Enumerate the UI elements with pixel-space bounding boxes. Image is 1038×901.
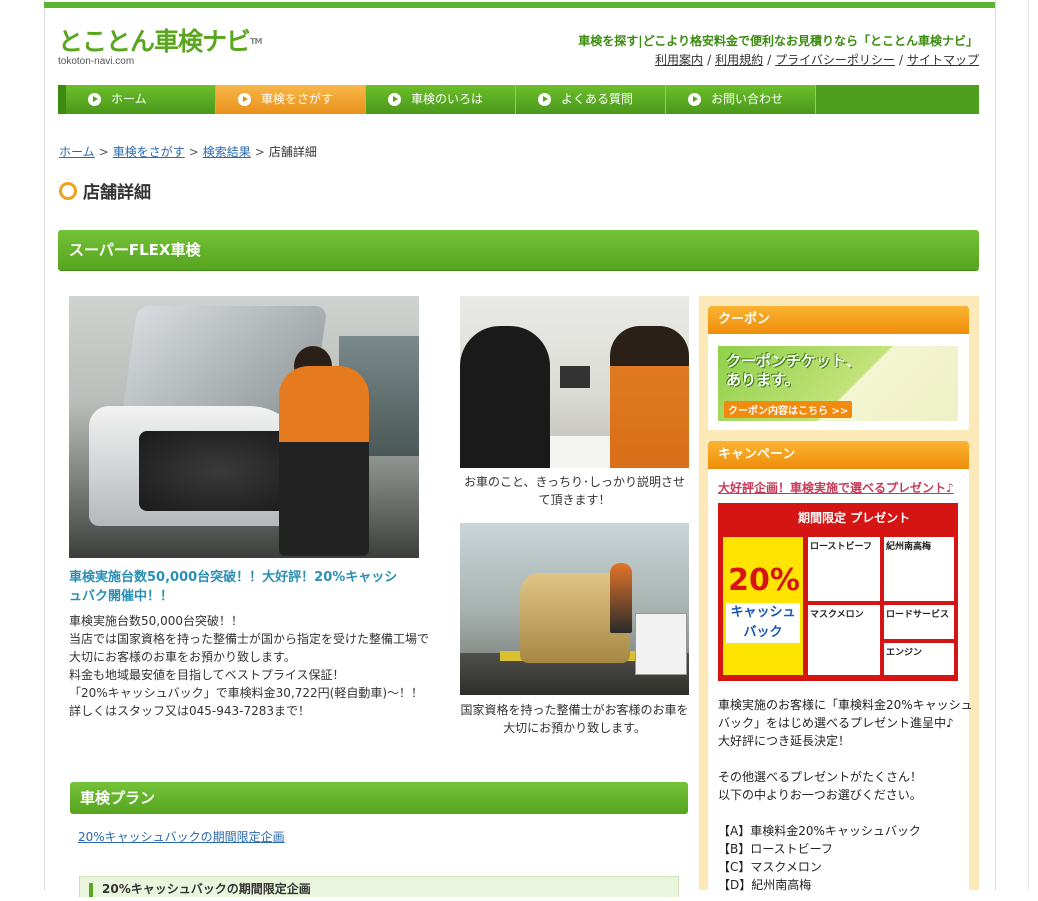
link-sitemap[interactable]: サイトマップ [907, 53, 979, 67]
link-terms[interactable]: 利用規約 [715, 53, 763, 67]
nav-label: よくある質問 [561, 92, 634, 106]
campaign-line: 以下の中よりお一つお選びください。 [718, 788, 922, 802]
campaign-link[interactable]: 大好評企画！車検実施で選べるプレゼント♪ [718, 479, 954, 496]
header-links: 利用案内 / 利用規約 / プライバシーポリシー / サイトマップ [655, 53, 979, 67]
nav-item-faq[interactable]: よくある質問 [516, 85, 666, 114]
banner-percent: 20% [728, 563, 800, 598]
campaign-header: キャンペーン [708, 441, 969, 469]
campaign-line: 【A】車検料金20%キャッシュバック [718, 824, 921, 838]
campaign-line: 【C】マスクメロン [718, 860, 822, 874]
inspection-caption: 国家資格を持った整備士がお客様のお車を大切にお預かり致します。 [460, 703, 689, 735]
plan-link[interactable]: 20%キャッシュバックの期間限定企画 [78, 828, 285, 845]
campaign-line [718, 750, 963, 768]
breadcrumb: ホーム > 車検をさがす > 検索結果 > 店舗詳細 [59, 145, 317, 159]
campaign-line: その他選べるプレゼントがたくさん！ [718, 770, 923, 784]
desc-line: 詳しくはスタッフ又は045-943-7283まで！ [69, 704, 311, 718]
campaign-body: 車検実施のお客様に「車検料金20%キャッシュ バック」をはじめ選べるプレゼント進… [718, 696, 973, 894]
garage-photo [69, 296, 419, 558]
logo-trademark: TM [250, 37, 262, 46]
nav-left-cap [58, 85, 66, 114]
window-edge [1028, 0, 1038, 890]
desc-line: 車検実施台数50,000台突破！！ [69, 614, 243, 628]
shop-name-bar: スーパーFLEX車検 [58, 230, 979, 270]
coupon-details-button[interactable]: クーポン内容はこちら >> [724, 401, 853, 418]
nav-label: ホーム [111, 92, 147, 106]
plan-sub-title: 20%キャッシュバックの期間限定企画 [102, 882, 311, 896]
shop-headline: 車検実施台数50,000台突破！！大好評！20%キャッシュバク開催中！！ [69, 570, 398, 604]
page-title-text: 店舗詳細 [83, 183, 151, 203]
breadcrumb-results[interactable]: 検索結果 [203, 145, 251, 159]
arrow-circle-icon [388, 93, 401, 106]
circle-icon [59, 182, 77, 200]
coupon-text-2: あります。 [726, 371, 800, 389]
banner-title: 期間限定 プレゼント [798, 511, 911, 525]
campaign-line: 【D】紀州南高梅 [718, 878, 812, 892]
nav-label: 車検のいろは [411, 92, 484, 106]
nav-item-search[interactable]: 車検をさがす [216, 85, 366, 114]
plan-sub-header: 20%キャッシュバックの期間限定企画 [79, 876, 679, 897]
nav-item-contact[interactable]: お問い合わせ [666, 85, 816, 114]
nav-item-home[interactable]: ホーム [66, 85, 216, 114]
sidebar: クーポン クーポンチケット、 あります。 クーポン内容はこちら >> キャンペーン… [699, 296, 979, 901]
banner-cell-plum: 紀州南高梅 [884, 537, 954, 601]
consultation-photo [460, 296, 689, 468]
inspection-lift-photo [460, 523, 689, 695]
arrow-circle-icon [88, 93, 101, 106]
banner-cell-melon: マスクメロン [808, 605, 880, 675]
nav-label: お問い合わせ [711, 92, 784, 106]
campaign-line: 車検実施のお客様に「車検料金20%キャッシュ [718, 698, 973, 712]
coupon-banner[interactable]: クーポンチケット、 あります。 クーポン内容はこちら >> [718, 346, 958, 421]
site-logo[interactable]: とことん車検ナビTM tokoton-navi.com [58, 27, 262, 68]
campaign-box: キャンペーン 大好評企画！車検実施で選べるプレゼント♪ 期間限定 プレゼント 2… [708, 441, 973, 901]
coupon-header: クーポン [708, 306, 969, 334]
nav-item-basics[interactable]: 車検のいろは [366, 85, 516, 114]
desc-line: 「20%キャッシュバック」で車検料金30,722円(軽自動車)～！！ [69, 686, 424, 700]
plan-section-bar: 車検プラン [70, 782, 688, 814]
logo-domain: tokoton-navi.com [58, 56, 135, 67]
desc-line: 料金も地域最安値を目指してベストプライス保証！ [69, 668, 345, 682]
breadcrumb-home[interactable]: ホーム [59, 145, 95, 159]
desc-line: 当店では国家資格を持った整備士が国から指定を受けた整備工場で [69, 632, 430, 646]
banner-cell-engine: エンジン [884, 643, 954, 675]
coupon-text-1: クーポンチケット、 [726, 352, 861, 370]
campaign-line [718, 804, 963, 822]
banner-cell-beef: ローストビーフ [808, 537, 880, 601]
page-title: 店舗詳細 [59, 178, 151, 203]
global-nav: ホーム 車検をさがす 車検のいろは よくある質問 お問い合わせ [58, 85, 979, 114]
coupon-box: クーポン クーポンチケット、 あります。 クーポン内容はこちら >> [708, 306, 969, 430]
arrow-circle-icon [238, 93, 251, 106]
desc-line: 大切にお客様のお車をお預かり致します。 [69, 650, 296, 664]
banner-cell-road-service: ロードサービス [884, 605, 954, 639]
top-accent-bar [44, 2, 995, 8]
link-privacy[interactable]: プライバシーポリシー [775, 53, 895, 67]
campaign-line: 【B】ローストビーフ [718, 842, 833, 856]
nav-label: 車検をさがす [261, 92, 334, 106]
arrow-circle-icon [538, 93, 551, 106]
plan-sub-marker [89, 883, 93, 897]
campaign-line: 大好評につき延長決定！ [718, 734, 851, 748]
banner-cashback: キャッシュバック [726, 603, 800, 643]
consultation-caption: お車のこと、きっちり･しっかり説明させて頂きます！ [463, 475, 686, 507]
link-guide[interactable]: 利用案内 [655, 53, 703, 67]
shop-description: 車検実施台数50,000台突破！！ 当店では国家資格を持った整備士が国から指定を… [69, 612, 429, 720]
breadcrumb-search[interactable]: 車検をさがす [113, 145, 185, 159]
arrow-circle-icon [688, 93, 701, 106]
breadcrumb-current: 店舗詳細 [268, 145, 317, 159]
campaign-banner[interactable]: 期間限定 プレゼント 20% キャッシュバック ローストビーフ 紀州南高梅 マス… [718, 503, 958, 681]
header-tagline: 車検を探す|どこより格安料金で便利なお見積りなら「とことん車検ナビ」 [578, 34, 978, 48]
logo-text: とことん車検ナビ [58, 27, 251, 56]
campaign-line: バック」をはじめ選べるプレゼント進呈中♪ [718, 716, 954, 730]
